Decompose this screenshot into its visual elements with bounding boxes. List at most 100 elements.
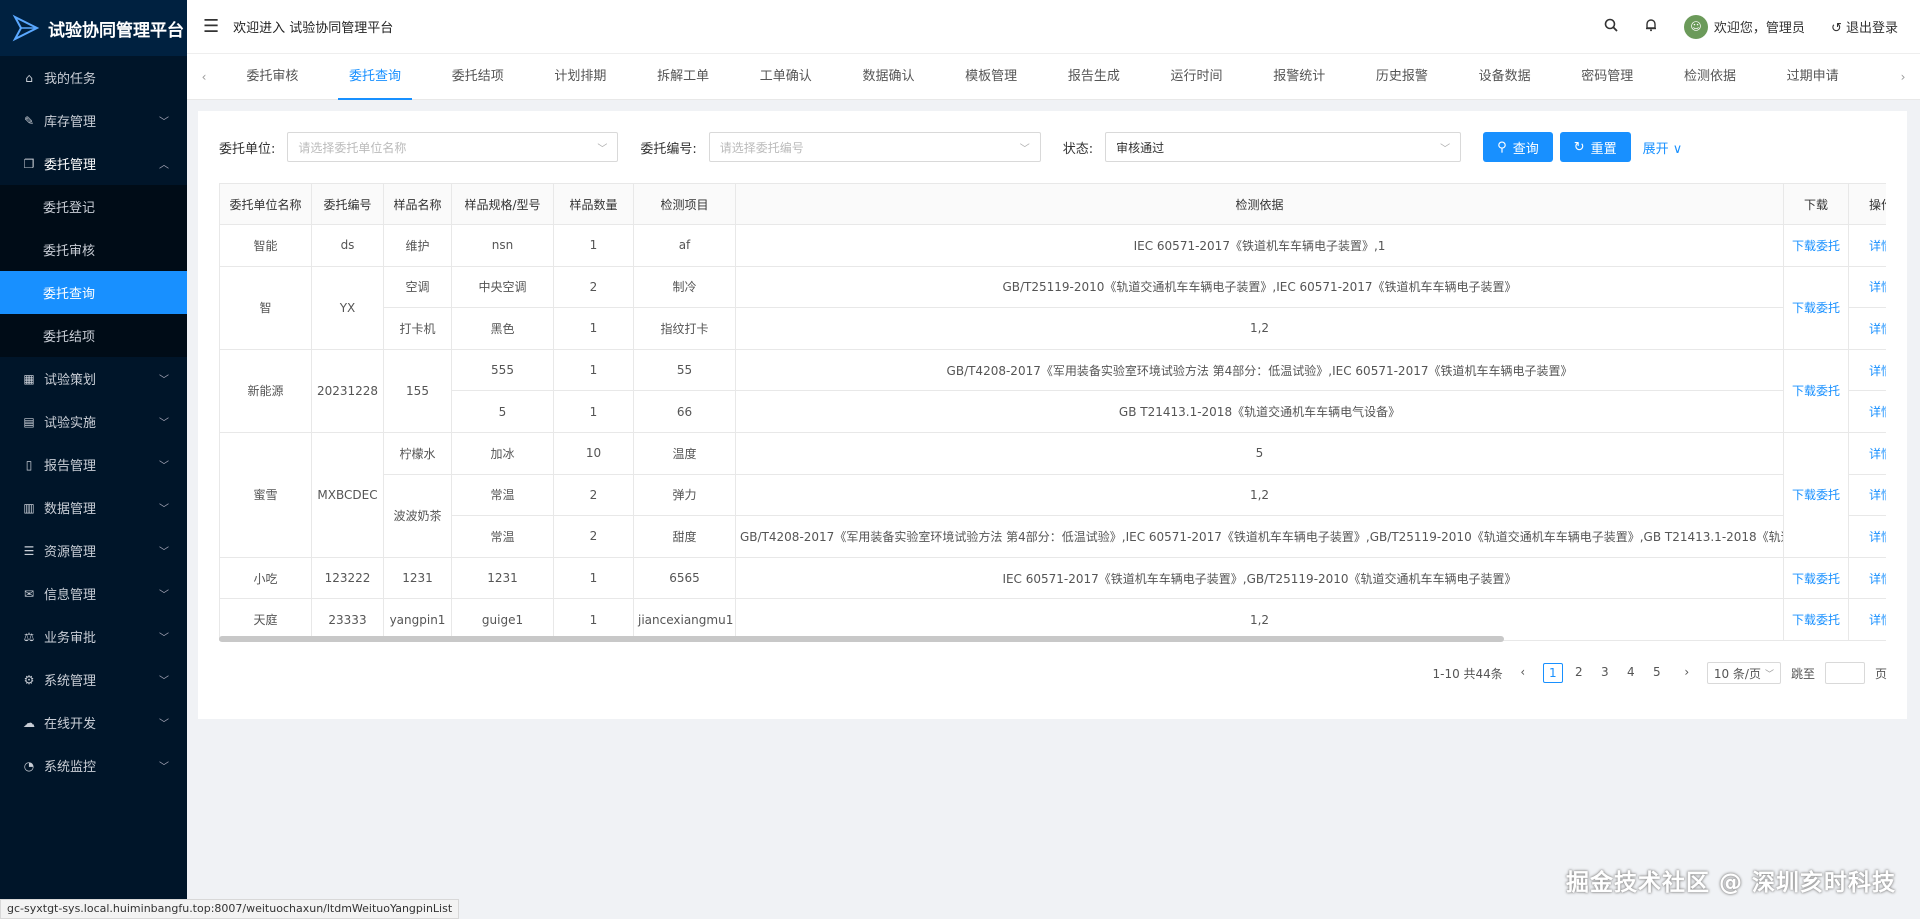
tab[interactable]: 工单确认: [734, 54, 837, 100]
tab[interactable]: 委托结项: [426, 54, 529, 100]
logout-button[interactable]: ↺ 退出登录: [1831, 17, 1898, 36]
page-number[interactable]: 4: [1621, 663, 1641, 683]
app-title: 试验协同管理平台: [48, 20, 184, 41]
detail-link[interactable]: 详情: [1848, 598, 1886, 641]
app-logo[interactable]: 试验协同管理平台: [0, 0, 187, 56]
download-link[interactable]: 下载委托: [1783, 348, 1849, 433]
detail-link[interactable]: 详情: [1848, 473, 1886, 517]
cell-item: 甜度: [633, 515, 736, 558]
cell-sample-name: 打卡机: [383, 307, 452, 350]
tab[interactable]: 报告生成: [1043, 54, 1146, 100]
sidebar-item[interactable]: ▦ 试验策划 ﹀: [0, 357, 187, 400]
table-row: 小吃 123222 1231 1231 1 6565 IEC 60571-2017《铁道机车…: [219, 556, 1886, 600]
cell-item: 55: [633, 348, 736, 392]
tab[interactable]: 模板管理: [940, 54, 1043, 100]
cell-basis: GB/T4208-2017《军用装备实验室环境试验方法 第4部分：低温试验》,I…: [735, 348, 1784, 392]
jump-input[interactable]: [1824, 662, 1865, 684]
sidebar-item-label: 试验实施: [44, 416, 97, 431]
tab[interactable]: 检测依据: [1659, 54, 1762, 100]
expand-link[interactable]: 展开 ∨: [1643, 138, 1683, 157]
detail-link[interactable]: 详情: [1848, 348, 1886, 392]
detail-link[interactable]: 详情: [1848, 224, 1886, 267]
search-icon[interactable]: [1604, 18, 1618, 36]
cell-item: 弹力: [633, 473, 736, 517]
tab[interactable]: 过期申请: [1761, 54, 1864, 100]
sidebar-item[interactable]: ✎ 库存管理 ﹀: [0, 99, 187, 142]
unit-select[interactable]: 请选择委托单位名称 ﹀: [287, 132, 619, 162]
tab[interactable]: 数据确认: [837, 54, 940, 100]
download-link[interactable]: 下载委托: [1783, 224, 1849, 267]
table-row: 智 YX 空调 中央空调 2 制冷 GB/T25119-2010《轨道交通机车车辆电子装置》…: [219, 265, 1886, 350]
tab[interactable]: 密码管理: [1556, 54, 1659, 100]
sidebar-item[interactable]: ⌂ 我的任务: [0, 56, 187, 99]
cell-item: 指纹打卡: [633, 307, 736, 350]
download-link[interactable]: 下载委托: [1783, 431, 1849, 558]
user-menu[interactable]: ☺ 欢迎您，管理员: [1683, 14, 1805, 39]
download-link[interactable]: 下载委托: [1783, 598, 1849, 641]
chevron-down-icon: ﹀: [159, 719, 169, 730]
detail-link[interactable]: 详情: [1848, 556, 1886, 600]
sidebar-item[interactable]: ⚖ 业务审批 ﹀: [0, 615, 187, 658]
tab[interactable]: 计划排期: [529, 54, 632, 100]
submenu-item[interactable]: 委托审核: [0, 228, 187, 271]
next-page-icon[interactable]: ›: [1677, 663, 1697, 683]
column-header: 样品数量: [553, 183, 634, 225]
query-button[interactable]: ⚲ 查询: [1483, 132, 1553, 162]
page-number[interactable]: 3: [1595, 663, 1615, 683]
tab[interactable]: 报警统计: [1248, 54, 1351, 100]
detail-link[interactable]: 详情: [1848, 390, 1886, 433]
tab[interactable]: 委托查询: [324, 54, 427, 100]
cell-unit: 天庭: [219, 598, 312, 641]
horizontal-scrollbar[interactable]: [219, 636, 1504, 642]
prev-page-icon[interactable]: ‹: [1513, 663, 1533, 683]
detail-link[interactable]: 详情: [1848, 307, 1886, 350]
tab[interactable]: 设备数据: [1453, 54, 1556, 100]
sidebar-item[interactable]: ▤ 试验实施 ﹀: [0, 400, 187, 443]
submenu-item[interactable]: 委托登记: [0, 185, 187, 228]
sidebar-item[interactable]: ❐ 委托管理 ︿: [0, 142, 187, 185]
cell-code: YX: [311, 265, 384, 350]
tab[interactable]: 历史报警: [1351, 54, 1454, 100]
sidebar-item[interactable]: ✉ 信息管理 ﹀: [0, 572, 187, 615]
submenu-item[interactable]: 委托结项: [0, 314, 187, 357]
page-number[interactable]: 5: [1647, 663, 1667, 683]
cell-code: ds: [311, 224, 384, 267]
sidebar-item[interactable]: ▥ 数据管理 ﹀: [0, 486, 187, 529]
status-select[interactable]: 审核通过 ﹀: [1105, 132, 1462, 162]
menu-fold-icon[interactable]: ☰: [203, 16, 219, 37]
tab[interactable]: 拆解工单: [632, 54, 735, 100]
pagination-summary: 1-10 共44条: [1432, 666, 1503, 681]
code-select[interactable]: 请选择委托编号 ﹀: [708, 132, 1041, 162]
sidebar-item[interactable]: ☁ 在线开发 ﹀: [0, 701, 187, 744]
sidebar-item[interactable]: ◔ 系统监控 ﹀: [0, 744, 187, 787]
search-icon: ⚲: [1497, 139, 1507, 155]
tab[interactable]: 运行时间: [1145, 54, 1248, 100]
side-menu: ⌂ 我的任务 ✎ 库存管理 ﹀ ❐ 委托管理 ︿ 委托登记 委托审核 委托查询 委托结项 ▦ 试验策划 ﹀ ▤…: [0, 56, 187, 787]
sidebar-item-label: 业务审批: [44, 631, 97, 646]
sidebar-item[interactable]: ▯ 报告管理 ﹀: [0, 443, 187, 486]
submenu-item[interactable]: 委托查询: [0, 271, 187, 314]
cell-basis: IEC 60571-2017《铁道机车车辆电子装置》,1: [735, 224, 1784, 267]
chevron-down-icon: ﹀: [159, 461, 169, 472]
page-number[interactable]: 1: [1542, 663, 1563, 683]
detail-link[interactable]: 详情: [1848, 515, 1886, 558]
top-header: ☰ 欢迎进入 试验协同管理平台 ☺ 欢迎您，管理员 ↺ 退出登录: [187, 0, 1920, 54]
tab-scroll-left-icon[interactable]: ‹: [187, 70, 221, 84]
page-number[interactable]: 2: [1569, 663, 1589, 683]
tab-scroll-right-icon[interactable]: ›: [1886, 70, 1920, 84]
table-row: 蜜雪MXBCDEC柠檬水加冰10温度5下载委托详情: [219, 431, 1886, 558]
download-link[interactable]: 下载委托: [1783, 265, 1849, 350]
cell-qty: 1: [553, 307, 634, 350]
bell-icon[interactable]: [1644, 18, 1658, 36]
sidebar-item[interactable]: ⚙ 系统管理 ﹀: [0, 658, 187, 701]
table-header-row: 委托单位名称委托编号样品名称样品规格/型号样品数量检测项目检测依据下载操作: [219, 183, 1886, 225]
bar-chart-icon: ▥: [23, 500, 35, 515]
page-size-select[interactable]: 10 条/页 ﹀: [1706, 662, 1781, 684]
logout-icon: ↺: [1830, 21, 1842, 36]
detail-link[interactable]: 详情: [1848, 265, 1886, 309]
sidebar-item[interactable]: ☰ 资源管理 ﹀: [0, 529, 187, 572]
detail-link[interactable]: 详情: [1848, 431, 1886, 475]
tab[interactable]: 委托审核: [221, 54, 324, 100]
download-link[interactable]: 下载委托: [1783, 556, 1849, 600]
reset-button[interactable]: ↻ 重置: [1559, 132, 1631, 162]
